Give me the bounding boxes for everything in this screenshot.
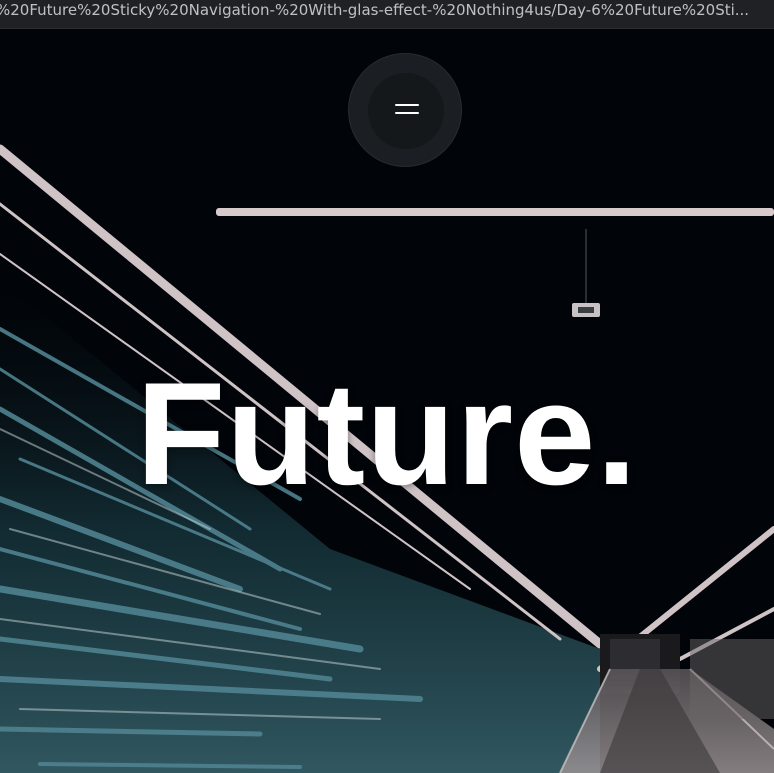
browser-address-bar[interactable]: %20Future%20Sticky%20Navigation-%20With-… <box>0 0 774 29</box>
hero-headline: Future. <box>136 352 638 515</box>
hero-section: Future. <box>0 29 774 773</box>
menu-button-inner-circle <box>368 73 444 149</box>
menu-toggle-button[interactable] <box>348 53 462 167</box>
address-url-text: %20Future%20Sticky%20Navigation-%20With-… <box>0 1 750 19</box>
